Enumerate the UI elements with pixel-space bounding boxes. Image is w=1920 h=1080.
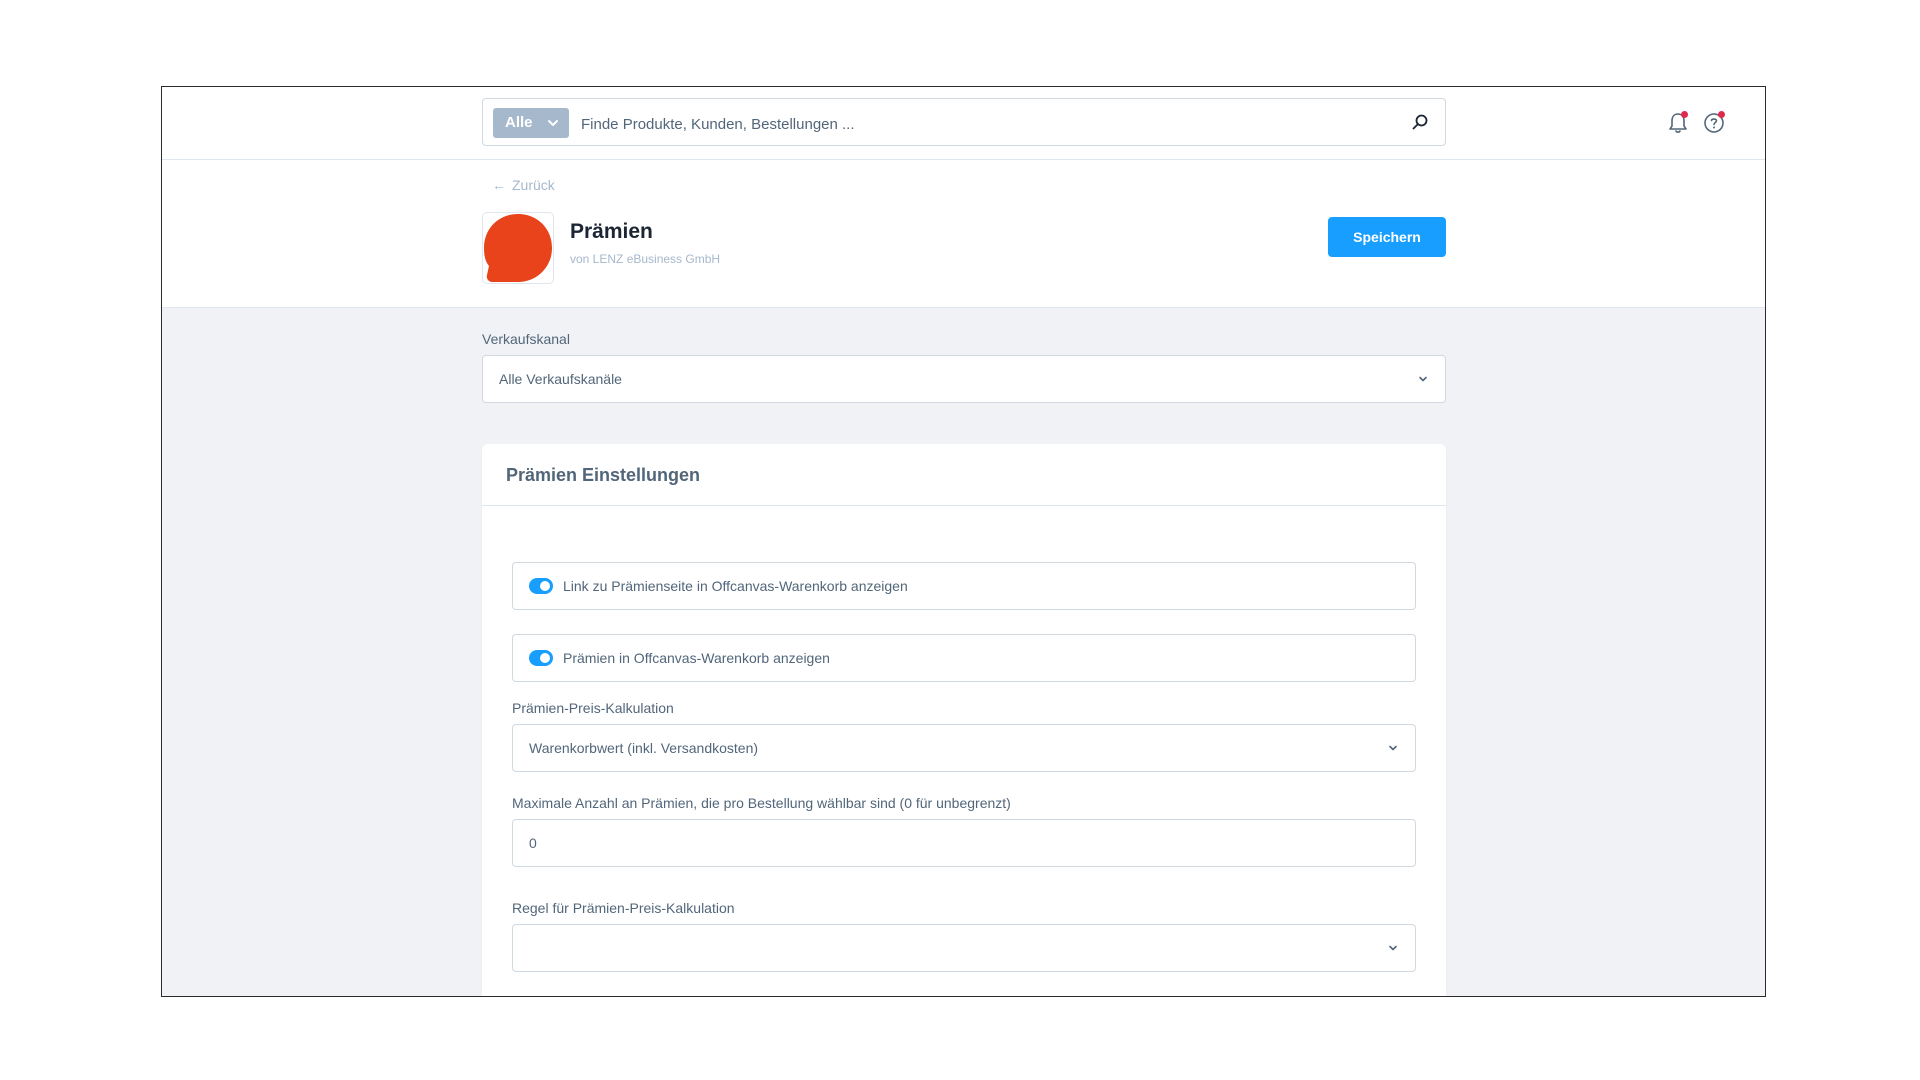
toggle-knob (540, 653, 550, 663)
search-type-label: Alle (505, 114, 533, 131)
sales-channel-label: Verkaufskanal (482, 331, 570, 347)
price-calc-select[interactable]: Warenkorbwert (inkl. Versandkosten) (512, 724, 1416, 772)
chevron-down-icon (1389, 945, 1397, 951)
search-icon[interactable] (1411, 113, 1429, 131)
search-type-select[interactable]: Alle (493, 108, 569, 138)
sales-channel-select[interactable]: Alle Verkaufskanäle (482, 355, 1446, 403)
chevron-down-icon (548, 120, 558, 126)
rule-select[interactable] (512, 924, 1416, 972)
settings-card: Prämien Einstellungen Link zu Prämiensei… (482, 444, 1446, 996)
max-count-input[interactable] (512, 819, 1416, 867)
admin-window: Alle Finde Produkte, Kunden, Bestellunge… (161, 86, 1766, 997)
price-calc-value: Warenkorbwert (inkl. Versandkosten) (529, 740, 759, 756)
rule-label: Regel für Prämien-Preis-Kalkulation (512, 900, 735, 916)
price-calc-label: Prämien-Preis-Kalkulation (512, 700, 674, 716)
notification-badge (1681, 111, 1688, 118)
arrow-left-icon: ← (492, 177, 506, 193)
chevron-down-icon (1389, 745, 1397, 751)
card-header: Prämien Einstellungen (482, 444, 1446, 506)
help-badge (1718, 111, 1725, 118)
card-title: Prämien Einstellungen (506, 465, 701, 485)
toggle-switch[interactable] (529, 650, 553, 666)
max-count-label: Maximale Anzahl an Prämien, die pro Best… (512, 795, 1011, 811)
back-link[interactable]: ← Zurück (492, 177, 555, 193)
app-vendor: von LENZ eBusiness GmbH (570, 252, 721, 266)
switch-label: Prämien in Offcanvas-Warenkorb anzeigen (563, 650, 830, 666)
save-button[interactable]: Speichern (1328, 217, 1446, 257)
switch-offcanvas-premiums: Prämien in Offcanvas-Warenkorb anzeigen (512, 634, 1416, 682)
toggle-knob (540, 581, 550, 591)
speech-bubble-icon (484, 214, 552, 282)
page-title: Prämien (570, 220, 653, 243)
search-input[interactable] (579, 108, 1383, 140)
global-search: Alle (482, 98, 1446, 146)
switch-label: Link zu Prämienseite in Offcanvas-Warenk… (563, 578, 908, 594)
notifications-button[interactable] (1666, 111, 1690, 140)
app-logo (482, 212, 554, 284)
page-header: ← Zurück Prämien von LENZ eBusiness GmbH … (162, 160, 1765, 308)
sales-channel-value: Alle Verkaufskanäle (499, 371, 622, 387)
switch-offcanvas-link: Link zu Prämienseite in Offcanvas-Warenk… (512, 562, 1416, 610)
toggle-switch[interactable] (529, 578, 553, 594)
help-button[interactable] (1702, 111, 1726, 140)
chevron-down-icon (1419, 376, 1427, 382)
back-label: Zurück (512, 177, 555, 193)
top-bar: Alle (162, 87, 1765, 160)
